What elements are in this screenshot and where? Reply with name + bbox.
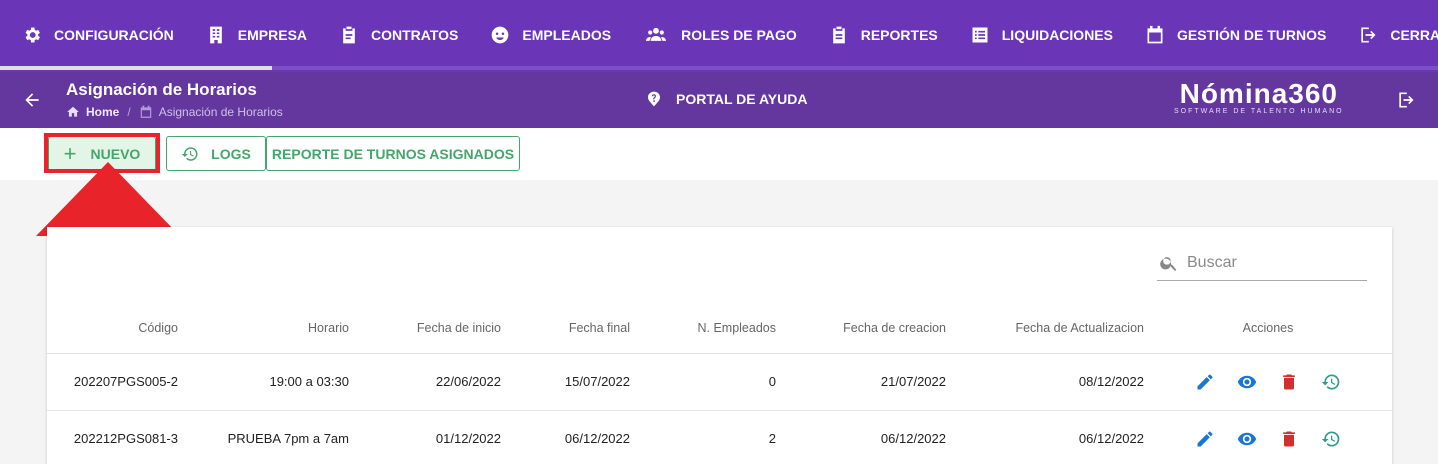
column-header-codigo[interactable]: Código <box>47 303 178 354</box>
breadcrumb-home[interactable]: Home <box>86 105 119 119</box>
nav-label: CONFIGURACIÓN <box>54 27 174 43</box>
cell-codigo: 202207PGS005-2 <box>47 353 178 411</box>
nav-item-liquidaciones[interactable]: LIQUIDACIONES <box>970 0 1145 70</box>
nav-item-empresa[interactable]: EMPRESA <box>206 0 339 70</box>
table-header-row: Código Horario Fecha de inicio Fecha fin… <box>47 303 1392 354</box>
nav-label: LIQUIDACIONES <box>1001 27 1113 43</box>
cell-acciones <box>1144 353 1392 411</box>
users-icon <box>646 27 667 41</box>
nav-item-contratos[interactable]: CONTRATOS <box>339 0 490 70</box>
nav-label: CERRAR SESIÓN <box>1390 27 1438 43</box>
view-icon[interactable] <box>1226 429 1268 449</box>
home-icon <box>67 106 79 117</box>
breadcrumb-separator: / <box>127 105 131 119</box>
page-header: Asignación de Horarios Home / Asignación… <box>0 72 1438 128</box>
cell-empleados: 2 <box>630 410 776 464</box>
nav-active-indicator <box>0 66 272 70</box>
brand-name: Nómina360 <box>1179 78 1338 109</box>
search-box <box>1157 245 1367 281</box>
nav-label: REPORTES <box>860 27 938 43</box>
schedules-table-card: Código Horario Fecha de inicio Fecha fin… <box>47 227 1392 464</box>
history-icon <box>181 146 198 161</box>
breadcrumb: Home / Asignación de Horarios <box>66 105 283 119</box>
cell-fecha-inicio: 22/06/2022 <box>349 353 501 411</box>
cell-fecha-creacion: 21/07/2022 <box>776 353 946 411</box>
history-icon[interactable] <box>1310 372 1352 392</box>
clipboard-icon <box>343 26 355 44</box>
calendar-icon <box>140 105 151 118</box>
report-icon <box>832 26 845 44</box>
nav-label: EMPLEADOS <box>522 27 612 43</box>
column-header-fecha-actualizacion[interactable]: Fecha de Actualizacion <box>946 303 1144 354</box>
help-label: PORTAL DE AYUDA <box>676 91 808 107</box>
cell-horario: PRUEBA 7pm a 7am <box>178 410 349 464</box>
shift-report-button-label: REPORTE DE TURNOS ASIGNADOS <box>271 145 515 162</box>
column-header-empleados[interactable]: N. Empleados <box>630 303 776 354</box>
logout-icon[interactable] <box>1396 90 1416 115</box>
nav-item-gestion-de-turnos[interactable]: GESTIÓN DE TURNOS <box>1145 0 1358 70</box>
logout-icon <box>1361 27 1376 43</box>
cell-fecha-actualizacion: 08/12/2022 <box>946 353 1144 411</box>
back-arrow-icon[interactable] <box>22 90 42 110</box>
list-icon <box>972 27 988 43</box>
top-navigation: CONFIGURACIÓN EMPRESA CONTRATOS EMPLEADO… <box>0 0 1438 72</box>
gear-icon <box>25 27 40 43</box>
cell-fecha-final: 15/07/2022 <box>501 353 630 411</box>
search-input[interactable] <box>1187 253 1357 272</box>
nav-item-configuracion[interactable]: CONFIGURACIÓN <box>22 0 206 70</box>
table-row: 202212PGS081-3 PRUEBA 7pm a 7am 01/12/20… <box>47 410 1392 464</box>
cell-codigo: 202212PGS081-3 <box>47 410 178 464</box>
schedules-table: Código Horario Fecha de inicio Fecha fin… <box>47 303 1392 464</box>
view-icon[interactable] <box>1226 372 1268 392</box>
employee-icon <box>492 26 509 44</box>
logs-button[interactable]: LOGS <box>166 136 266 171</box>
edit-icon[interactable] <box>1184 372 1226 392</box>
nav-item-empleados[interactable]: EMPLEADOS <box>490 0 643 70</box>
breadcrumb-current: Asignación de Horarios <box>158 105 283 119</box>
nav-item-reportes[interactable]: REPORTES <box>829 0 970 70</box>
calendar-icon <box>1147 25 1163 44</box>
delete-icon[interactable] <box>1268 429 1310 449</box>
nav-item-cerrar-sesion[interactable]: CERRAR SESIÓN <box>1358 0 1438 70</box>
cell-fecha-final: 06/12/2022 <box>501 410 630 464</box>
help-icon <box>648 91 660 107</box>
building-icon <box>209 26 222 44</box>
action-toolbar: + NUEVO LOGS REPORTE DE TURNOS ASIGNADOS <box>0 128 1438 180</box>
nav-indicator-track <box>272 66 1438 70</box>
cell-fecha-actualizacion: 06/12/2022 <box>946 410 1144 464</box>
table-row: 202207PGS005-2 19:00 a 03:30 22/06/2022 … <box>47 353 1392 411</box>
nav-label: GESTIÓN DE TURNOS <box>1176 27 1327 43</box>
column-header-fecha-final[interactable]: Fecha final <box>501 303 630 354</box>
cell-empleados: 0 <box>630 353 776 411</box>
cell-fecha-creacion: 06/12/2022 <box>776 410 946 464</box>
nav-label: ROLES DE PAGO <box>681 27 797 43</box>
cell-horario: 19:00 a 03:30 <box>178 353 349 411</box>
brand-logo: Nómina360 SOFTWARE DE TALENTO HUMANO <box>1174 78 1344 115</box>
column-header-fecha-creacion[interactable]: Fecha de creacion <box>776 303 946 354</box>
page-title: Asignación de Horarios <box>66 80 257 99</box>
cell-fecha-inicio: 01/12/2022 <box>349 410 501 464</box>
column-header-fecha-inicio[interactable]: Fecha de inicio <box>349 303 501 354</box>
nav-label: EMPRESA <box>237 27 308 43</box>
column-header-acciones: Acciones <box>1144 303 1392 354</box>
brand-tagline: SOFTWARE DE TALENTO HUMANO <box>1174 108 1344 115</box>
edit-icon[interactable] <box>1184 429 1226 449</box>
search-icon <box>1160 256 1177 271</box>
history-icon[interactable] <box>1310 429 1352 449</box>
shift-report-button[interactable]: REPORTE DE TURNOS ASIGNADOS <box>266 136 520 171</box>
cell-acciones <box>1144 410 1392 464</box>
nav-item-roles-de-pago[interactable]: ROLES DE PAGO <box>643 0 829 70</box>
column-header-horario[interactable]: Horario <box>178 303 349 354</box>
delete-icon[interactable] <box>1268 372 1310 392</box>
nav-label: CONTRATOS <box>371 27 459 43</box>
help-portal-link[interactable]: PORTAL DE AYUDA <box>646 91 807 107</box>
logs-button-label: LOGS <box>211 145 251 162</box>
